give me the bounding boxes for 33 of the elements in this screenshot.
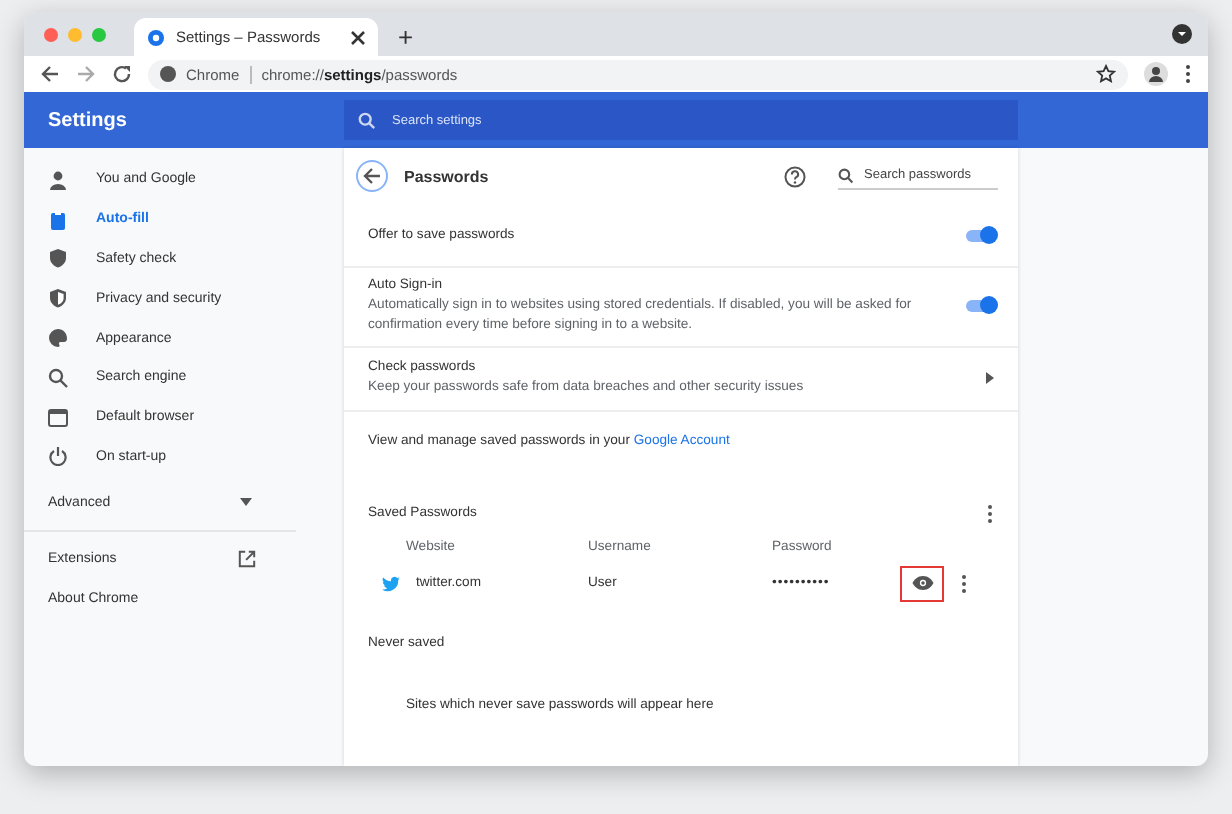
- search-icon: [358, 111, 376, 129]
- menu-icon[interactable]: [1184, 64, 1192, 84]
- person-icon: [48, 169, 68, 190]
- shield-icon: [48, 248, 68, 269]
- eye-icon: [911, 576, 933, 591]
- more-icon[interactable]: [986, 503, 994, 524]
- page-title: Passwords: [404, 167, 489, 185]
- help-icon[interactable]: [784, 165, 806, 187]
- caret-icon[interactable]: [986, 372, 994, 385]
- external-link-icon: [238, 549, 256, 568]
- back-button[interactable]: [356, 160, 388, 192]
- power-icon: [48, 446, 68, 467]
- arrow-left-icon: [362, 166, 382, 186]
- search-icon: [838, 168, 854, 184]
- shield-icon: [48, 288, 68, 309]
- window-icon: [48, 407, 68, 428]
- star-icon[interactable]: [1096, 64, 1116, 84]
- bird-icon: [382, 575, 400, 592]
- settings-title: Settings: [46, 109, 129, 131]
- show-password-button[interactable]: [900, 565, 944, 602]
- reload-icon[interactable]: [112, 64, 132, 84]
- close-icon[interactable]: [350, 29, 366, 45]
- caret-icon: [240, 498, 252, 507]
- new-tab-button[interactable]: +: [390, 18, 422, 56]
- palette-icon: [48, 328, 68, 349]
- back-icon[interactable]: [40, 64, 60, 84]
- search-icon: [48, 367, 68, 388]
- gear-icon: [146, 27, 166, 47]
- toggle-switch[interactable]: [966, 229, 994, 241]
- avatar-icon[interactable]: [1144, 62, 1168, 86]
- toggle-switch[interactable]: [966, 300, 994, 313]
- more-icon[interactable]: [960, 573, 968, 594]
- clipboard-icon: [48, 209, 68, 230]
